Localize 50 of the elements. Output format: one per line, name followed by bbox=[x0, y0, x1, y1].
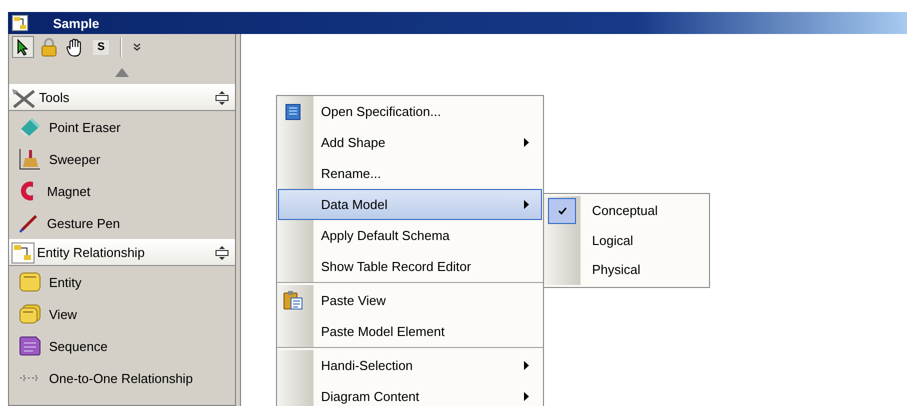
menu-item[interactable]: Paste View bbox=[278, 285, 542, 316]
sequence-icon bbox=[19, 336, 41, 356]
section-title: Tools bbox=[39, 90, 70, 105]
lock-icon bbox=[41, 37, 57, 57]
menu-item[interactable]: Open Specification... bbox=[278, 96, 542, 127]
diagram-icon bbox=[11, 242, 35, 264]
submenu-item[interactable]: Physical bbox=[592, 262, 709, 278]
broom-icon bbox=[19, 148, 41, 170]
palette-section-header[interactable]: Tools bbox=[9, 84, 235, 111]
entity-icon bbox=[19, 272, 41, 292]
pointer-tool-button[interactable] bbox=[12, 36, 34, 58]
palette-item[interactable]: Magnet bbox=[9, 175, 235, 207]
magnet-icon bbox=[19, 181, 39, 201]
palette-item[interactable]: Entity bbox=[9, 266, 235, 298]
window-title: Sample bbox=[53, 16, 100, 30]
view-icon bbox=[19, 304, 41, 324]
collapse-arrow-icon[interactable] bbox=[115, 68, 129, 76]
chevron-down-icon bbox=[133, 43, 141, 51]
pointer-icon bbox=[17, 38, 29, 56]
check-icon bbox=[558, 206, 566, 215]
submenu-item[interactable]: Conceptual bbox=[592, 203, 709, 218]
menu-item[interactable]: Rename... bbox=[278, 158, 542, 189]
eraser-icon bbox=[19, 117, 41, 137]
menu-item[interactable]: Data Model bbox=[278, 189, 542, 220]
palette-section-header[interactable]: Entity Relationship bbox=[9, 239, 235, 266]
palette-item[interactable]: One-to-One Relationship bbox=[9, 362, 235, 394]
tools-icon bbox=[11, 88, 37, 108]
specification-icon bbox=[285, 104, 301, 120]
pen-icon bbox=[19, 213, 39, 233]
section-title: Entity Relationship bbox=[37, 245, 146, 260]
checkmark[interactable] bbox=[548, 198, 576, 224]
palette-item[interactable]: View bbox=[9, 298, 235, 330]
clipboard-icon bbox=[283, 290, 303, 310]
submenu-item[interactable]: Logical bbox=[592, 232, 709, 248]
menu-item[interactable]: Apply Default Schema bbox=[278, 220, 542, 251]
menu-item[interactable]: Add Shape bbox=[278, 127, 542, 158]
resize-icon bbox=[215, 246, 229, 260]
menu-item[interactable]: Show Table Record Editor bbox=[278, 251, 542, 282]
diagram-icon bbox=[12, 15, 28, 31]
resize-icon bbox=[215, 90, 229, 104]
palette-item[interactable]: Point Eraser bbox=[9, 111, 235, 143]
connector-icon bbox=[19, 373, 41, 383]
letter-button[interactable]: S bbox=[92, 38, 110, 56]
menu-item[interactable]: Diagram Content bbox=[278, 381, 542, 406]
menu-item[interactable]: Paste Model Element bbox=[278, 316, 542, 347]
palette-item[interactable]: Gesture Pen bbox=[9, 207, 235, 239]
hand-icon bbox=[66, 38, 84, 56]
palette-item[interactable]: Sweeper bbox=[9, 143, 235, 175]
menu-item[interactable]: Handi-Selection bbox=[278, 350, 542, 381]
palette-item[interactable]: Sequence bbox=[9, 330, 235, 362]
